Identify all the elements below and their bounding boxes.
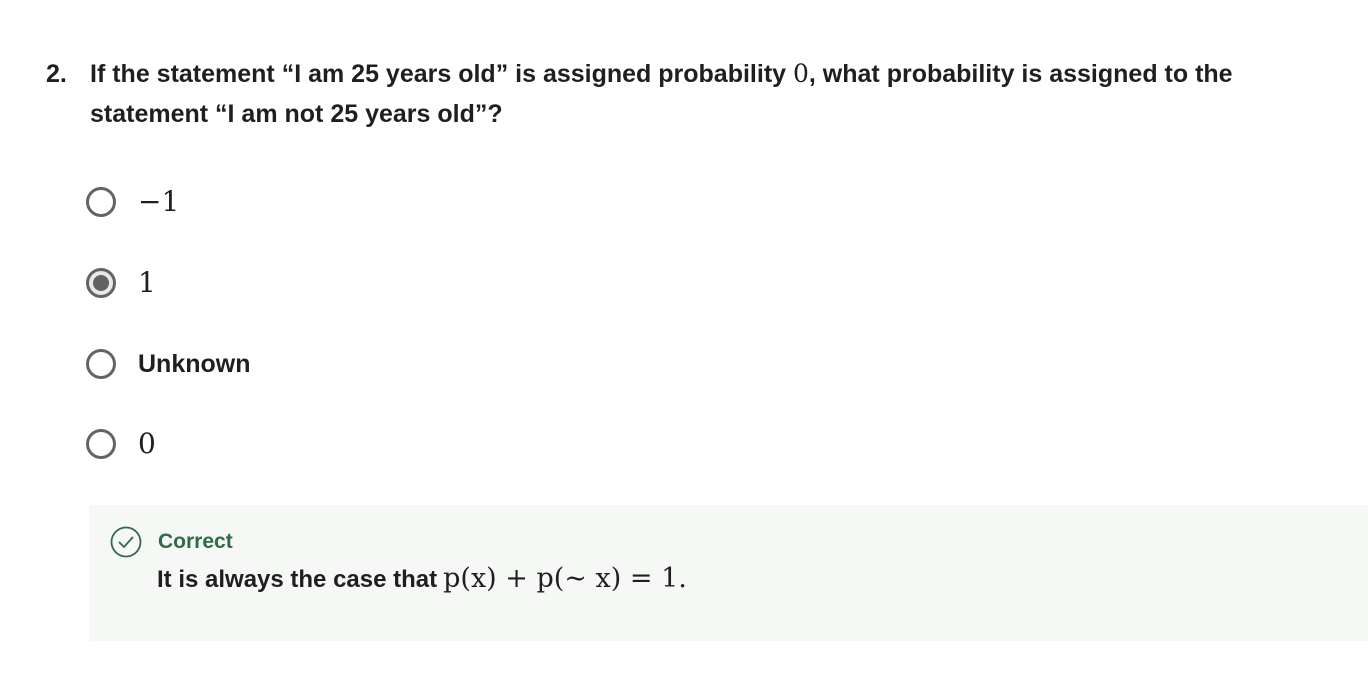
check-circle-icon [110,526,142,558]
question-text-before: If the statement “I am 25 years old” is … [90,60,793,88]
option-label: −1 [138,185,180,218]
radio-filled-icon[interactable] [86,268,116,298]
question: 2. If the statement “I am 25 years old” … [46,54,1286,134]
radio-empty-icon[interactable] [86,349,116,379]
option-zero[interactable]: 0 [86,422,156,466]
question-text: If the statement “I am 25 years old” is … [90,54,1286,134]
radio-empty-icon[interactable] [86,429,116,459]
question-number: 2. [46,60,67,88]
option-label: 1 [138,266,156,299]
feedback-status: Correct [158,530,233,553]
option-unknown[interactable]: Unknown [86,342,251,386]
option-label: 0 [138,427,156,460]
question-math-value: 0 [793,59,809,88]
option-minus-one[interactable]: −1 [86,180,179,224]
feedback-explanation: It is always the case that p(x) + p(∼ x) … [157,561,687,598]
radio-empty-icon[interactable] [86,187,116,217]
feedback-panel: Correct It is always the case that p(x) +… [89,505,1368,641]
feedback-formula: p(x) + p(∼ x) = 1. [443,563,687,594]
feedback-header: Correct [110,526,233,558]
feedback-text: It is always the case that [157,566,438,593]
option-label: Unknown [138,350,251,378]
option-one[interactable]: 1 [86,261,156,305]
